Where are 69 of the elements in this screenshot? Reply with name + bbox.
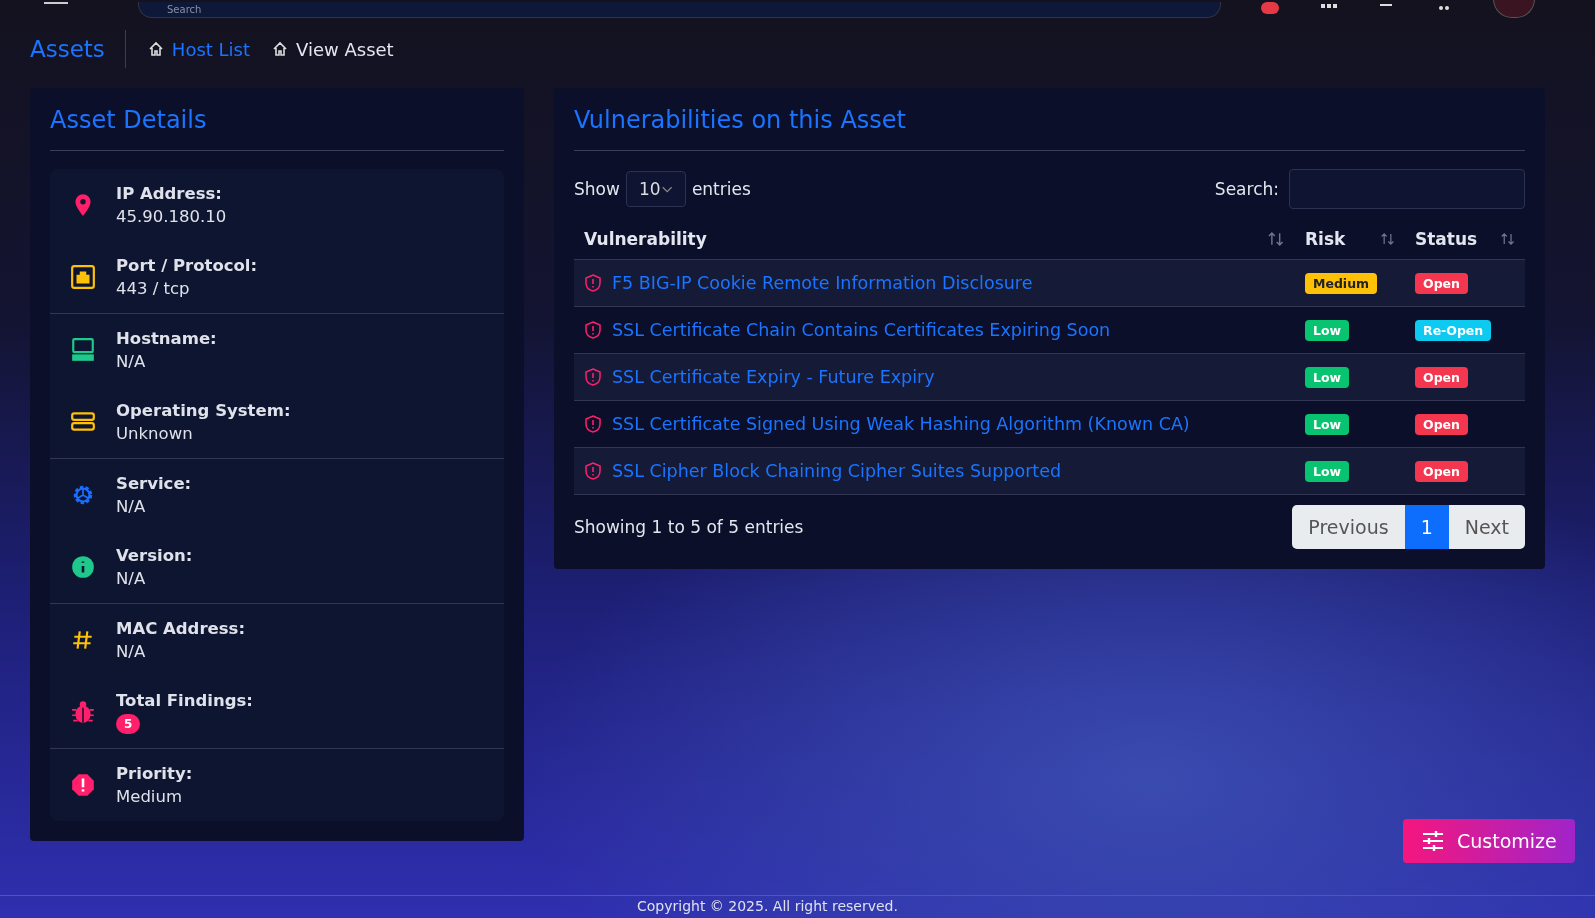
detail-label: IP Address: <box>116 184 223 203</box>
detail-value: N/A <box>116 497 147 516</box>
status-tag: Re-Open <box>1415 320 1492 341</box>
column-header[interactable]: Risk <box>1305 229 1380 249</box>
sort-icon[interactable] <box>1499 232 1515 246</box>
status-tag: Open <box>1415 461 1468 482</box>
table-info: Showing 1 to 5 of 5 entries <box>574 517 804 537</box>
vulnerability-link[interactable]: SSL Certificate Expiry - Future Expiry <box>612 367 935 387</box>
port-icon <box>70 264 96 290</box>
flag-icon[interactable] <box>1261 2 1279 14</box>
risk-tag: Low <box>1305 414 1350 435</box>
search-label: Search: <box>1214 179 1279 199</box>
shield-alert-icon <box>584 462 602 480</box>
card-title: Vulnerabilities on this Asset <box>574 106 1525 151</box>
search-field[interactable]: Search <box>138 2 1221 18</box>
detail-value: Medium <box>116 787 183 806</box>
vulnerability-link[interactable]: SSL Certificate Signed Using Weak Hashing Algorithm (Known CA) <box>612 414 1190 434</box>
home-icon <box>147 41 164 57</box>
search-field[interactable] <box>1289 169 1525 209</box>
detail-label: Hostname: <box>116 329 217 348</box>
detail-label: Total Findings: <box>116 690 253 710</box>
pagination-button[interactable]: Previous <box>1292 505 1405 549</box>
column-header[interactable]: Vulnerability <box>584 229 1268 249</box>
detail-label: Port / Protocol: <box>116 256 258 275</box>
alert-icon <box>70 772 96 798</box>
shield-alert-icon <box>584 368 602 386</box>
sort-icon[interactable] <box>1267 232 1285 246</box>
detail-value: 443 / tcp <box>116 279 191 298</box>
bug-icon <box>70 699 96 725</box>
detail-label: Version: <box>116 546 193 565</box>
show-label: Show <box>574 179 620 199</box>
card-title: Asset Details <box>50 106 504 151</box>
breadcrumb-link[interactable]: Host List <box>171 38 251 60</box>
vulnerability-link[interactable]: SSL Certificate Chain Contains Certificates Expiring Soon <box>612 320 1111 340</box>
detail-value: Unknown <box>116 424 194 443</box>
entries-label: entries <box>691 179 751 199</box>
breadcrumb-current: View Asset <box>296 38 394 60</box>
page-title: Assets <box>30 30 126 68</box>
risk-tag: Low <box>1305 461 1350 482</box>
status-tag: Open <box>1415 367 1468 388</box>
pagination-button[interactable]: 1 <box>1404 505 1449 549</box>
shield-alert-icon <box>584 274 602 292</box>
status-tag: Open <box>1415 273 1468 294</box>
detail-value: N/A <box>116 352 147 371</box>
monitor-icon <box>70 337 96 363</box>
detail-label: Operating System: <box>116 401 291 420</box>
status-tag: Open <box>1415 414 1468 435</box>
risk-tag: Low <box>1305 320 1350 341</box>
home-icon <box>272 41 289 57</box>
copyright-text: Copyright © 2025. All right reserved. <box>637 898 898 914</box>
detail-label: MAC Address: <box>116 619 245 638</box>
pagination-button[interactable]: Next <box>1448 505 1525 549</box>
detail-value: N/A <box>116 642 147 661</box>
risk-tag: Low <box>1305 367 1350 388</box>
sort-icon[interactable] <box>1380 232 1395 246</box>
shield-alert-icon <box>584 321 602 339</box>
detail-value: 45.90.180.10 <box>116 207 227 226</box>
column-header[interactable]: Status <box>1415 229 1500 249</box>
risk-tag: Medium <box>1305 273 1378 294</box>
page-size-select[interactable]: 10 <box>625 171 686 207</box>
info-icon <box>70 554 96 580</box>
detail-label: Priority: <box>116 764 193 783</box>
shield-alert-icon <box>584 415 602 433</box>
customize-button[interactable]: Customize <box>1403 819 1575 863</box>
sliders-icon <box>1421 829 1445 853</box>
avatar[interactable] <box>1493 0 1535 18</box>
detail-value: N/A <box>116 569 147 588</box>
detail-label: Service: <box>116 474 192 493</box>
count-badge: 5 <box>116 713 141 734</box>
